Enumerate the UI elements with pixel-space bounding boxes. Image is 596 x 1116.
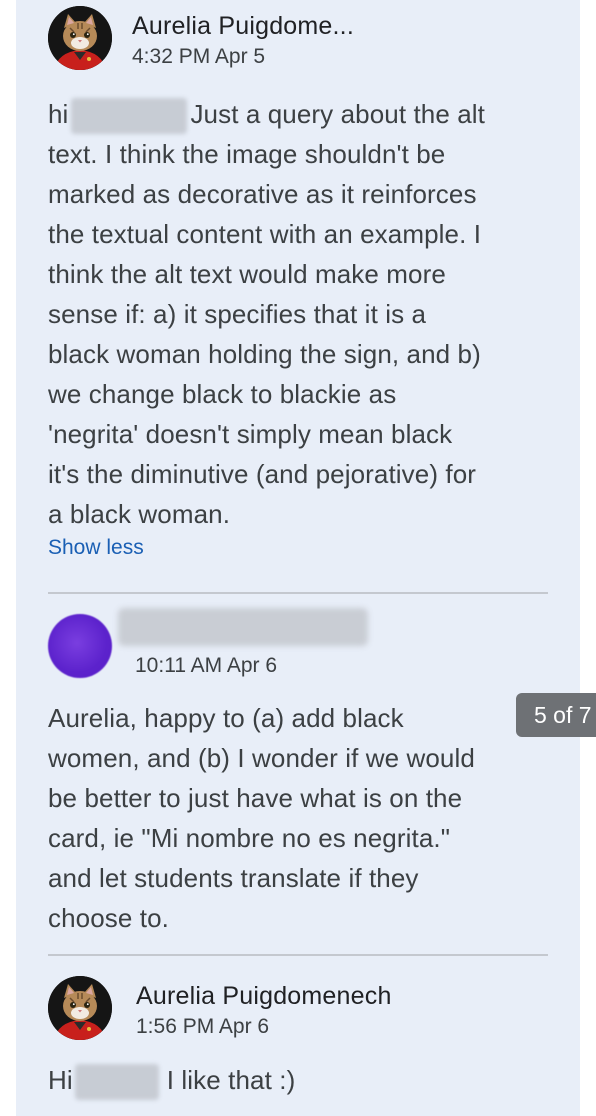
- comment-body: Aurelia, happy to (a) add black women, a…: [48, 698, 475, 938]
- comment-line: hi Just a query about the alt: [48, 94, 486, 135]
- comment-line: and let students translate if they: [48, 863, 419, 893]
- cat-avatar-icon: [48, 6, 112, 70]
- comment-divider: [48, 592, 548, 594]
- comment-author: Aurelia Puigdomenech: [136, 982, 392, 1010]
- cat-avatar-icon: [48, 976, 112, 1040]
- comment-line: it's the diminutive (and pejorative) for: [48, 459, 477, 489]
- comment-text: I like that :): [166, 1065, 296, 1095]
- comment-line: choose to.: [48, 903, 169, 933]
- comment-timestamp: 1:56 PM Apr 6: [136, 1015, 270, 1038]
- comment-thread: Aurelia Puigdome... 4:32 PM Apr 5 hi Just…: [16, 0, 580, 1116]
- comment-author: Aurelia Puigdome...: [132, 12, 354, 40]
- comment-line: text. I think the image shouldn't be: [48, 139, 446, 169]
- comment-line: the textual content with an example. I: [48, 219, 482, 249]
- comment-line: women, and (b) I wonder if we would: [48, 743, 475, 773]
- comment-line: Aurelia, happy to (a) add black: [48, 703, 404, 733]
- comment-line: a black woman.: [48, 499, 231, 529]
- comment-body: hi Just a query about the alt text. I thi…: [48, 94, 485, 534]
- show-less-link[interactable]: Show less: [48, 536, 144, 560]
- pager-badge: 5 of 7: [516, 693, 596, 737]
- redacted-author-name: [118, 608, 368, 646]
- comment-1: Aurelia Puigdome... 4:32 PM Apr 5 hi Just…: [16, 0, 580, 590]
- greeting-text: Hi: [48, 1065, 73, 1095]
- redacted-name: [74, 1064, 159, 1101]
- comment-text: Just a query about the alt: [190, 99, 486, 129]
- comment-timestamp: 4:32 PM Apr 5: [132, 45, 266, 68]
- comment-line: black woman holding the sign, and b): [48, 339, 481, 369]
- comment-line: sense if: a) it specifies that it is a: [48, 299, 427, 329]
- avatar[interactable]: [48, 6, 112, 70]
- comment-line: 'negrita' doesn't simply mean black: [48, 419, 453, 449]
- comment-body: Hi I like that :): [48, 1060, 296, 1101]
- comment-line: Hi I like that :): [48, 1060, 296, 1101]
- avatar[interactable]: [48, 976, 112, 1040]
- comment-timestamp: 10:11 AM Apr 6: [135, 654, 278, 677]
- greeting-text: hi: [48, 99, 69, 129]
- comment-line: card, ie "Mi nombre no es negrita.": [48, 823, 451, 853]
- redacted-name: [71, 98, 188, 135]
- comment-divider: [48, 954, 548, 956]
- comment-line: marked as decorative as it reinforces: [48, 179, 477, 209]
- avatar[interactable]: [48, 614, 112, 678]
- comment-line: think the alt text would make more: [48, 259, 446, 289]
- comment-line: be better to just have what is on the: [48, 783, 463, 813]
- comment-line: we change black to blackie as: [48, 379, 397, 409]
